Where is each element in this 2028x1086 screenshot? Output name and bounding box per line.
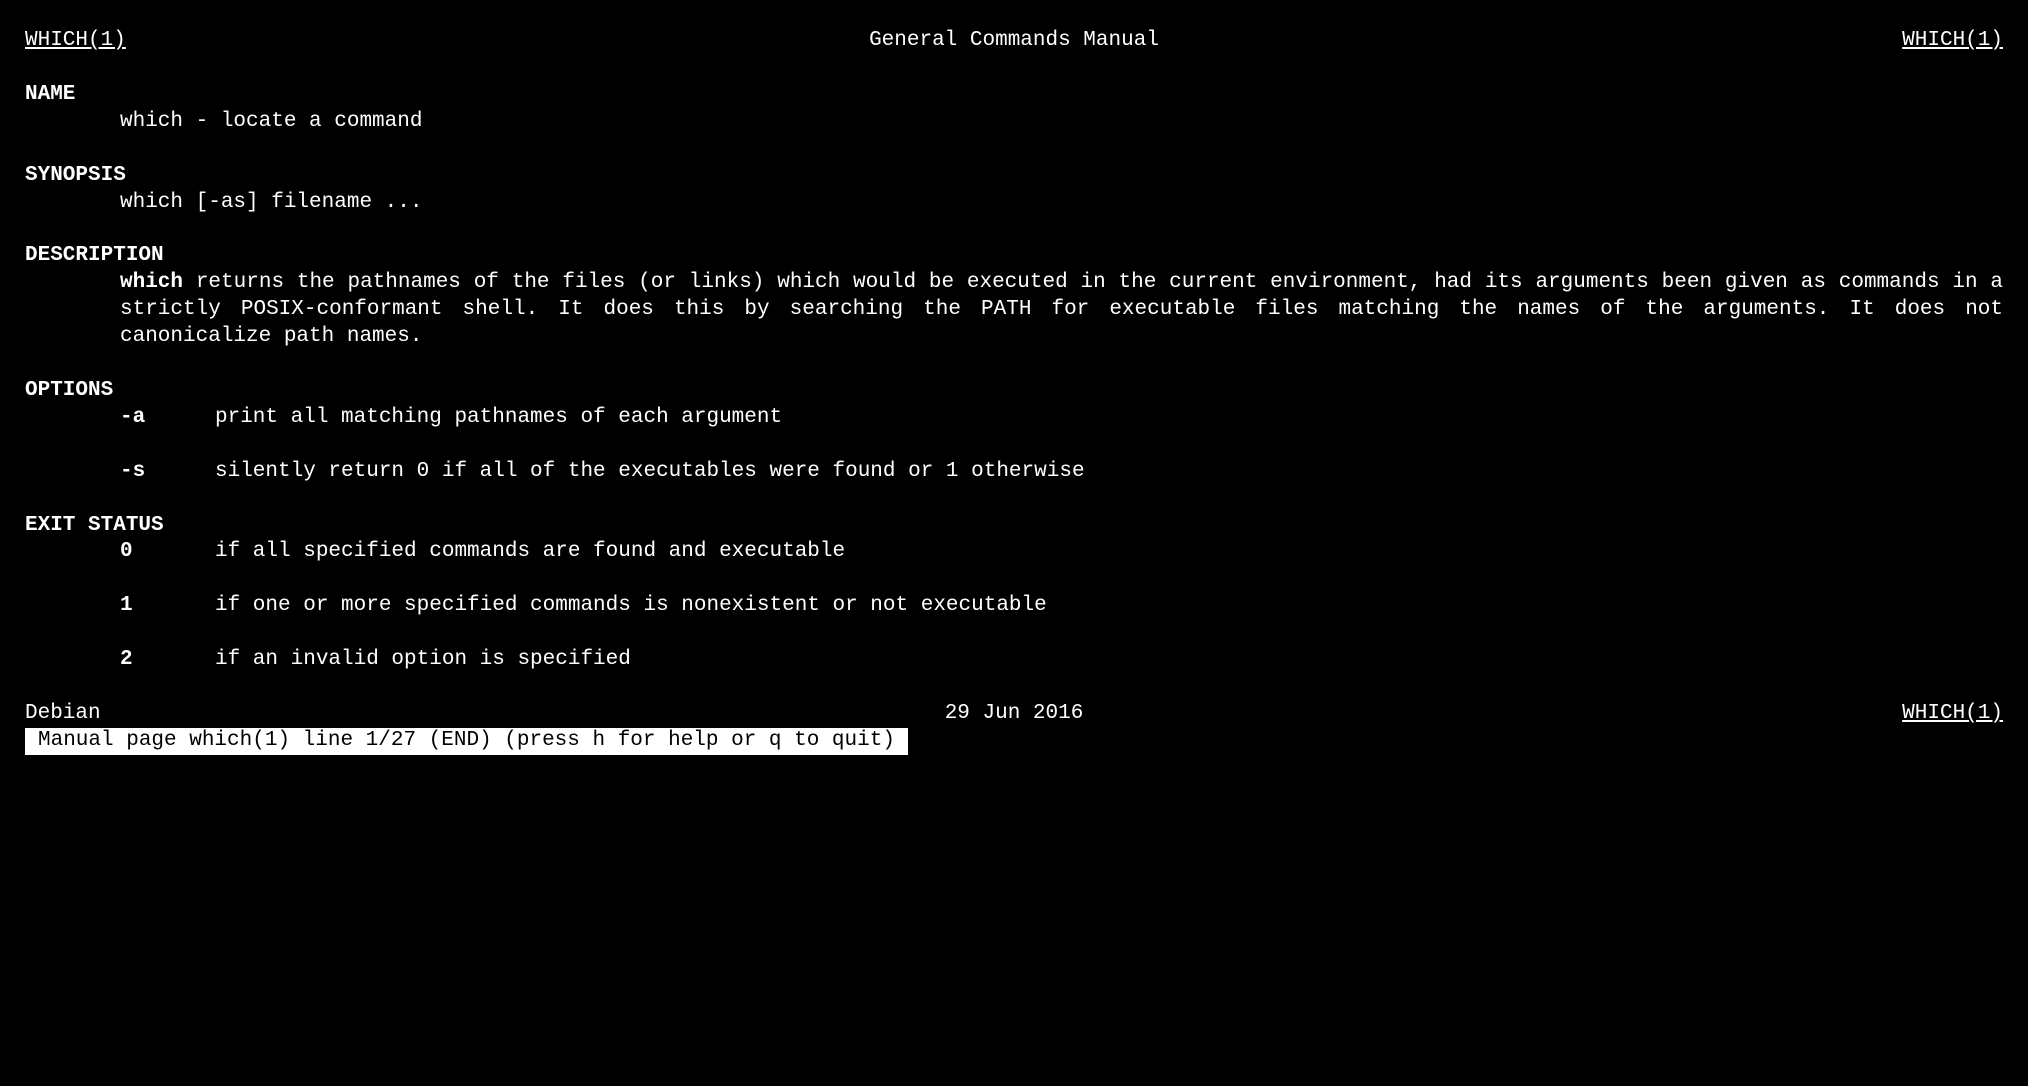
section-header-synopsis: SYNOPSIS bbox=[25, 163, 2003, 190]
description-text: which returns the pathnames of the files… bbox=[25, 270, 2003, 351]
pager-status-bar[interactable]: Manual page which(1) line 1/27 (END) (pr… bbox=[25, 728, 908, 755]
exit-desc: if one or more specified commands is non… bbox=[215, 593, 2003, 620]
exit-code: 0 bbox=[120, 539, 215, 566]
section-header-description: DESCRIPTION bbox=[25, 243, 2003, 270]
exit-code: 2 bbox=[120, 647, 215, 674]
description-cmd: which bbox=[120, 271, 183, 294]
option-flag: -s bbox=[120, 459, 215, 486]
exit-status-row: 1 if one or more specified commands is n… bbox=[25, 593, 2003, 620]
manpage-footer: Debian 29 Jun 2016 WHICH(1) bbox=[25, 701, 2003, 728]
footer-left: Debian bbox=[25, 701, 101, 728]
section-options: OPTIONS -a print all matching pathnames … bbox=[25, 378, 2003, 486]
exit-code: 1 bbox=[120, 593, 215, 620]
manpage-header: WHICH(1) General Commands Manual WHICH(1… bbox=[25, 28, 2003, 55]
section-name: NAME which - locate a command bbox=[25, 82, 2003, 136]
option-row: -s silently return 0 if all of the execu… bbox=[25, 459, 2003, 486]
name-text: which - locate a command bbox=[25, 109, 2003, 136]
exit-status-row: 2 if an invalid option is specified bbox=[25, 647, 2003, 674]
synopsis-text: which [-as] filename ... bbox=[25, 190, 2003, 217]
description-body: returns the pathnames of the files (or l… bbox=[120, 271, 2003, 348]
section-header-name: NAME bbox=[25, 82, 2003, 109]
exit-status-row: 0 if all specified commands are found an… bbox=[25, 539, 2003, 566]
option-row: -a print all matching pathnames of each … bbox=[25, 405, 2003, 432]
exit-desc: if an invalid option is specified bbox=[215, 647, 2003, 674]
option-flag: -a bbox=[120, 405, 215, 432]
section-header-exit-status: EXIT STATUS bbox=[25, 513, 2003, 540]
exit-desc: if all specified commands are found and … bbox=[215, 539, 2003, 566]
header-right: WHICH(1) bbox=[1902, 28, 2003, 55]
section-synopsis: SYNOPSIS which [-as] filename ... bbox=[25, 163, 2003, 217]
option-desc: silently return 0 if all of the executab… bbox=[215, 459, 2003, 486]
section-description: DESCRIPTION which returns the pathnames … bbox=[25, 243, 2003, 351]
section-exit-status: EXIT STATUS 0 if all specified commands … bbox=[25, 513, 2003, 675]
footer-right: WHICH(1) bbox=[1902, 701, 2003, 728]
header-center: General Commands Manual bbox=[869, 28, 1159, 55]
footer-center: 29 Jun 2016 bbox=[945, 701, 1084, 728]
header-left: WHICH(1) bbox=[25, 28, 126, 55]
option-desc: print all matching pathnames of each arg… bbox=[215, 405, 2003, 432]
section-header-options: OPTIONS bbox=[25, 378, 2003, 405]
